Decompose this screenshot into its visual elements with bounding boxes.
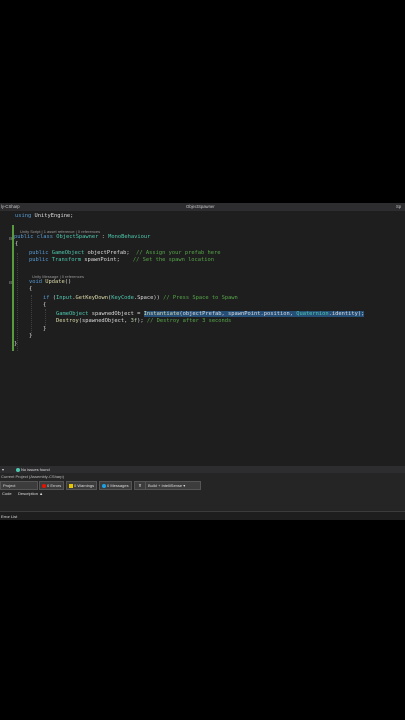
code-brace-method-open: { bbox=[29, 286, 33, 292]
indent-guide bbox=[45, 309, 46, 327]
info-icon bbox=[102, 483, 106, 488]
indent-guide bbox=[31, 295, 32, 335]
code-brace-class-close: } bbox=[14, 341, 18, 347]
zoom-indicator[interactable]: ▾ bbox=[2, 466, 4, 473]
code-line-destroy: Destroy(spawnedObject, 3f); // Destroy a… bbox=[56, 318, 232, 324]
error-icon bbox=[42, 483, 46, 488]
editor-status-bar: ▾ No issues found bbox=[0, 466, 405, 473]
code-line-1: using UnityEngine; bbox=[15, 213, 74, 219]
code-brace-if-open: { bbox=[43, 302, 47, 308]
code-line-method: void Update() bbox=[29, 279, 72, 285]
code-editor[interactable]: ⊟ ⊟ using UnityEngine; Unity Script | 1 … bbox=[0, 211, 405, 466]
warnings-filter-button[interactable]: 0 Warnings bbox=[66, 481, 98, 490]
tab-right[interactable]: Sp bbox=[396, 203, 401, 211]
messages-filter-button[interactable]: 0 Messages bbox=[99, 481, 132, 490]
errors-filter-button[interactable]: 0 Errors bbox=[39, 481, 65, 490]
code-brace-open: { bbox=[15, 241, 19, 247]
ide-window: ly-CSharp ObjectSpawner Sp ⊟ ⊟ using Uni… bbox=[0, 203, 405, 520]
warning-icon bbox=[69, 483, 73, 488]
fold-icon[interactable]: ⊟ bbox=[9, 281, 13, 286]
scope-selector[interactable]: Current Project (Assembly-CSharp) bbox=[1, 473, 64, 480]
tab-error-list[interactable]: Error List bbox=[1, 512, 17, 520]
project-filter[interactable]: Project bbox=[0, 481, 38, 490]
code-brace-method-close: } bbox=[29, 333, 33, 339]
code-line-if: if (Input.GetKeyDown(KeyCode.Space)) // … bbox=[43, 295, 238, 301]
code-line-class: public class ObjectSpawner : MonoBehavio… bbox=[14, 234, 151, 240]
tab-object-spawner[interactable]: ObjectSpawner bbox=[186, 203, 215, 211]
code-line-field2: public Transform spawnPoint; // Set the … bbox=[29, 257, 215, 263]
error-list-panel: Current Project (Assembly-CSharp) Projec… bbox=[0, 473, 405, 513]
code-line-instantiate: GameObject spawnedObject = Instantiate(o… bbox=[56, 311, 365, 317]
issues-status[interactable]: No issues found bbox=[21, 467, 50, 472]
change-indicator bbox=[12, 225, 14, 351]
build-filter-dropdown[interactable]: Build + IntelliSense ▾ bbox=[145, 481, 201, 490]
bottom-tabs: Error List bbox=[0, 511, 405, 520]
tab-left[interactable]: ly-CSharp bbox=[1, 203, 20, 211]
indent-guide bbox=[17, 253, 18, 351]
code-brace-if-close: } bbox=[43, 326, 47, 332]
code-line-field1: public GameObject objectPrefab; // Assig… bbox=[29, 250, 221, 256]
check-icon bbox=[16, 467, 20, 472]
column-header-code[interactable]: Code bbox=[2, 490, 12, 497]
column-header-description[interactable]: Description ▲ bbox=[18, 490, 43, 497]
fold-icon[interactable]: ⊟ bbox=[9, 237, 13, 242]
title-bar: ly-CSharp ObjectSpawner Sp bbox=[0, 203, 405, 211]
